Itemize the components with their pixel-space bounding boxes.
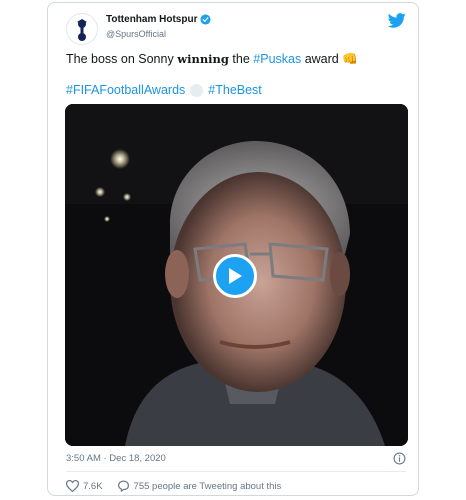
- hashtag-thebest-link[interactable]: #TheBest: [208, 83, 262, 97]
- tweet-text-bold: winning: [177, 52, 229, 66]
- spurs-logo-icon[interactable]: [66, 13, 98, 45]
- tweeting-about-link[interactable]: 755 people are Tweeting about this: [117, 480, 282, 492]
- tweet-actions: 7.6K 755 people are Tweeting about this: [66, 480, 295, 492]
- fist-emoji: 👊: [342, 52, 358, 66]
- author-name[interactable]: Tottenham Hotspur: [106, 14, 197, 25]
- play-icon: [229, 268, 242, 284]
- hashtag-fifa-link[interactable]: #FIFAFootballAwards: [66, 83, 185, 97]
- author-handle[interactable]: @SpursOfficial: [106, 29, 166, 39]
- tweet-card: Tottenham Hotspur @SpursOfficial The bos…: [47, 2, 419, 496]
- like-count: 7.6K: [83, 480, 103, 492]
- tweet-text-part: the: [228, 52, 254, 66]
- video-player[interactable]: [65, 104, 408, 446]
- play-button[interactable]: [213, 254, 257, 298]
- tweeting-about-text: 755 people are Tweeting about this: [133, 480, 282, 492]
- tweet-text-part: award: [301, 52, 343, 66]
- hashtag-row: #FIFAFootballAwards #TheBest: [66, 83, 262, 97]
- tweet-text-part: The boss on Sonny: [66, 52, 178, 66]
- info-icon[interactable]: [393, 452, 406, 465]
- tweet-timestamp[interactable]: 3:50 AM · Dec 18, 2020: [66, 453, 166, 464]
- verified-badge-icon: [200, 14, 212, 25]
- comment-icon: [117, 480, 129, 492]
- emoji-placeholder-icon: [190, 83, 204, 97]
- like-button[interactable]: 7.6K: [66, 480, 103, 492]
- heart-icon: [66, 480, 79, 492]
- tweet-text: The boss on Sonny winning the #Puskas aw…: [66, 52, 358, 67]
- tweet-header: Tottenham Hotspur @SpursOfficial: [66, 13, 406, 45]
- divider: [66, 471, 406, 472]
- twitter-bird-icon[interactable]: [388, 13, 406, 28]
- hashtag-puskas-link[interactable]: #Puskas: [253, 52, 301, 66]
